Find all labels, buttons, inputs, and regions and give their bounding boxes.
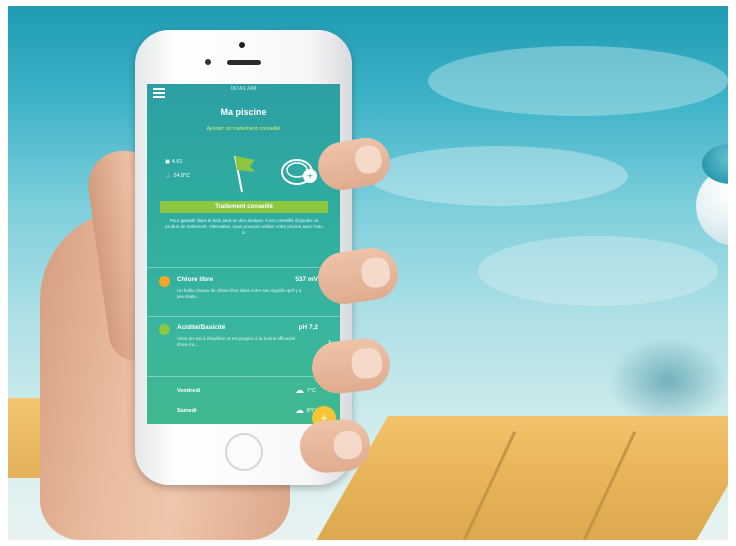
water-reflection (478, 236, 718, 306)
metric-description: Un faible niveau de chlore libre dans vo… (177, 288, 302, 299)
status-bar-time: 00:41 AM (230, 86, 257, 92)
forecast-day: Samedi (177, 408, 197, 414)
stat-row: ▣ 4.61 (165, 155, 190, 169)
metric-value: 537 mV (295, 276, 318, 283)
recommended-treatment-button[interactable]: Traitement conseillé (160, 201, 328, 213)
proximity-sensor (205, 59, 211, 65)
pool-deck (307, 416, 728, 540)
metric-value: pH 7,2 (298, 324, 318, 331)
stat-value: 24.8°C (173, 173, 191, 179)
fingernail (353, 143, 384, 176)
water-reflection (368, 146, 628, 206)
metric-row-chlorine[interactable]: Chlore libre 537 mV Un faible niveau de … (147, 274, 340, 318)
cloud-icon: ☁ (295, 385, 304, 395)
divider (147, 376, 340, 377)
add-treatment-link[interactable]: Ajouter un traitement conseillé (147, 126, 340, 132)
front-camera (239, 42, 245, 48)
water-reflection (428, 46, 728, 116)
forecast-day: Vendredi (177, 388, 201, 394)
treatment-tablet-icon[interactable]: + (279, 154, 321, 188)
metric-row-ph[interactable]: Acidité/Basicité pH 7,2 Votre pH est à l… (147, 322, 340, 366)
forecast-row: Vendredi ☁ 7°C (147, 384, 340, 400)
pool-stats: ▣ 4.61 ⚓ 24.8°C (165, 155, 190, 183)
page-title: Ma piscine (220, 107, 267, 117)
fingernail (350, 346, 384, 380)
cloud-icon: ☁ (295, 405, 304, 415)
flag-icon (234, 155, 255, 193)
fingernail (333, 430, 363, 461)
floater-shadow (608, 336, 728, 426)
divider (147, 267, 340, 268)
app-screen: 00:41 AM Ma piscine Ajouter un traitemen… (147, 84, 340, 424)
metric-name: Chlore libre (177, 276, 214, 283)
treatment-description: Pour garantir dans le bain peut on des a… (165, 218, 323, 235)
fingernail (359, 255, 392, 290)
smartphone: 00:41 AM Ma piscine Ajouter un traitemen… (135, 30, 352, 485)
earpiece-speaker (227, 60, 261, 65)
divider (147, 316, 340, 317)
status-dot-icon (159, 276, 170, 287)
anchor-icon: ⚓ (165, 173, 172, 179)
svg-text:+: + (307, 172, 313, 183)
status-dot-icon (159, 324, 170, 335)
stat-value: 4.61 (171, 159, 183, 165)
stat-row: ⚓ 24.8°C (165, 169, 190, 183)
metric-name: Acidité/Basicité (177, 324, 226, 331)
hamburger-menu-icon[interactable] (153, 88, 165, 98)
calendar-icon: ▣ (165, 159, 171, 165)
metric-description: Votre pH est à l'équilibre et est propic… (177, 336, 296, 347)
home-button[interactable] (225, 433, 263, 471)
forecast-temp: 7°C (306, 388, 316, 394)
